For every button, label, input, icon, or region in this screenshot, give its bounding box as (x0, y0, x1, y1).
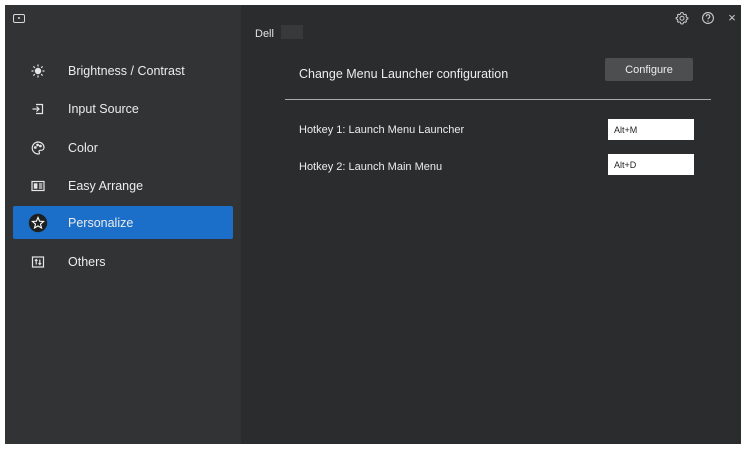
hotkey-1-label: Hotkey 1: Launch Menu Launcher (299, 124, 465, 136)
sidebar-item-label: Color (68, 140, 98, 155)
others-icon (20, 245, 56, 278)
star-icon (20, 206, 56, 239)
close-icon[interactable]: × (724, 10, 740, 26)
hotkey-2-label: Hotkey 2: Launch Main Menu (299, 161, 443, 173)
sidebar: Brightness / Contrast Input Source Color… (5, 5, 241, 444)
color-palette-icon (20, 131, 56, 164)
main-panel: Dell × Change Menu Launcher configuratio… (241, 5, 741, 444)
title-placeholder-box (281, 25, 303, 39)
sidebar-item-label: Easy Arrange (68, 178, 144, 193)
input-source-icon (20, 92, 56, 125)
app-logo-icon (13, 14, 25, 23)
sidebar-item-label: Input Source (68, 101, 139, 116)
sidebar-item-label: Brightness / Contrast (68, 63, 185, 78)
easy-arrange-icon (20, 169, 56, 202)
hotkey-1-input[interactable] (608, 119, 694, 140)
sidebar-item-label: Others (68, 254, 106, 269)
sidebar-item-others[interactable]: Others (13, 245, 233, 278)
brightness-icon (20, 54, 56, 87)
sidebar-item-input-source[interactable]: Input Source (13, 92, 233, 125)
configure-button[interactable]: Configure (605, 58, 693, 81)
settings-icon[interactable] (674, 10, 690, 26)
sidebar-item-color[interactable]: Color (13, 131, 233, 164)
menu-launcher-config-label: Change Menu Launcher configuration (299, 67, 509, 81)
monitor-name-title: Dell (255, 28, 274, 40)
sidebar-item-label: Personalize (68, 215, 134, 230)
sidebar-item-personalize[interactable]: Personalize (13, 206, 233, 239)
app-window: Brightness / Contrast Input Source Color… (5, 5, 741, 444)
sidebar-item-brightness-contrast[interactable]: Brightness / Contrast (13, 54, 233, 87)
sidebar-item-easy-arrange[interactable]: Easy Arrange (13, 169, 233, 202)
divider (285, 99, 711, 100)
hotkey-2-input[interactable] (608, 154, 694, 175)
help-icon[interactable] (700, 10, 716, 26)
